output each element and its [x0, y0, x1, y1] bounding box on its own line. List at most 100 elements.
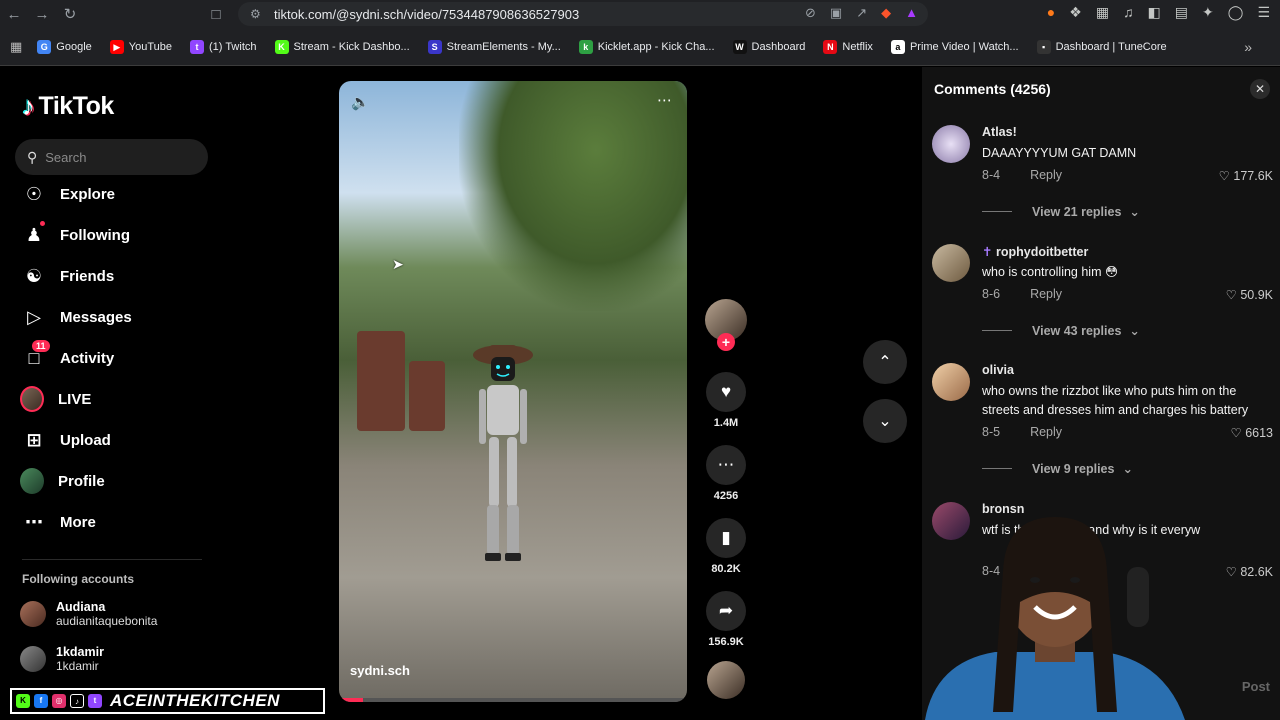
commenter-avatar[interactable] — [932, 125, 970, 163]
nav-profile[interactable]: Profile — [20, 466, 105, 496]
leo-ai-icon[interactable]: ✦ — [1202, 4, 1214, 21]
comment-like-button[interactable]: ♡ 6613 — [1230, 425, 1273, 440]
reload-icon[interactable]: ↻ — [56, 0, 84, 28]
commenter-name[interactable]: Atlas! — [982, 125, 1017, 139]
streamer-tag: ACEINTHEKITCHEN — [110, 691, 280, 710]
nav-live[interactable]: LIVE — [20, 384, 91, 414]
apps-grid-icon[interactable]: ▦ — [10, 39, 22, 55]
comment-button[interactable]: ⋯ 4256 — [704, 445, 748, 502]
bookmark-item[interactable]: ▪ Dashboard | TuneCore — [1028, 39, 1176, 54]
video-scene-planter — [409, 361, 445, 431]
author-avatar-button[interactable]: + — [704, 299, 748, 351]
streamer-webcam-overlay — [925, 517, 1185, 720]
bookmark-favicon-icon: W — [732, 39, 747, 54]
mouse-cursor-icon: ➤ — [392, 256, 404, 272]
extensions-puzzle-icon[interactable]: ❖ — [1069, 4, 1082, 21]
bookmark-item[interactable]: S StreamElements - My... — [419, 39, 570, 54]
view-replies-button[interactable]: View 43 replies ⌄ — [982, 323, 1140, 338]
video-player[interactable]: 🔈 ⋯ sydni.sch — [339, 81, 687, 702]
bookmark-label: StreamElements - My... — [446, 40, 561, 53]
close-comments-icon[interactable]: ✕ — [1250, 79, 1270, 99]
bookmark-label: Dashboard — [751, 40, 806, 53]
upload-plus-icon: ⊞ — [26, 429, 42, 450]
reply-button[interactable]: Reply — [1030, 168, 1062, 182]
mute-site-icon[interactable]: ⊘ — [805, 5, 816, 21]
following-account[interactable]: 1kdamir 1kdamir — [20, 645, 104, 673]
search-input[interactable]: ⚲ Search — [15, 139, 208, 175]
video-options-icon[interactable]: ⋯ — [657, 91, 673, 109]
view-replies-button[interactable]: View 21 replies ⌄ — [982, 204, 1140, 219]
paper-plane-icon: ▷ — [27, 306, 41, 327]
bookmark-item[interactable]: a Prime Video | Watch... — [882, 39, 1028, 54]
chevron-down-icon: ⌄ — [1122, 462, 1133, 476]
previous-video-button[interactable]: ⌃ — [863, 340, 907, 384]
following-account[interactable]: Audiana audianitaquebonita — [20, 600, 157, 628]
heart-outline-icon: ♡ — [1218, 169, 1230, 183]
bookmark-icon[interactable]: □ — [202, 0, 230, 28]
like-button[interactable]: ♥ 1.4M — [704, 372, 748, 429]
video-scene-robot — [473, 345, 533, 561]
view-replies-button[interactable]: View 9 replies ⌄ — [982, 461, 1133, 476]
reply-button[interactable]: Reply — [1030, 425, 1062, 439]
commenter-avatar[interactable] — [932, 363, 970, 401]
bookmark-item[interactable]: K Stream - Kick Dashbo... — [266, 39, 419, 54]
comment-like-button[interactable]: ♡ 177.6K — [1219, 168, 1273, 183]
video-progress-bar[interactable] — [339, 698, 687, 702]
nav-label: Messages — [60, 308, 132, 326]
nav-friends[interactable]: ☯ Friends — [22, 261, 114, 291]
nav-following[interactable]: ♟ Following — [22, 220, 130, 250]
bookmark-item[interactable]: k Kicklet.app - Kick Cha... — [570, 39, 724, 54]
comment-count: 4256 — [713, 490, 739, 502]
extension-icon[interactable]: ● — [1047, 4, 1055, 21]
bookmark-item[interactable]: G Google — [28, 39, 100, 54]
video-author[interactable]: sydni.sch — [350, 663, 410, 678]
site-info-icon[interactable]: ⚙ — [250, 7, 261, 21]
more-bookmarks-icon[interactable]: » — [1244, 39, 1252, 55]
person-follow-icon: ♟ — [22, 221, 46, 247]
comment-like-button[interactable]: ♡ 82.6K — [1226, 564, 1273, 579]
vpn-icon[interactable]: ◯ — [1228, 4, 1244, 21]
post-comment-button[interactable]: Post — [1242, 679, 1270, 694]
bookmark-label: Stream - Kick Dashbo... — [293, 40, 410, 53]
nav-more[interactable]: ⋯ More — [22, 507, 96, 537]
commenter-name[interactable]: ✝ rophydoitbetter — [982, 244, 1088, 259]
bookmark-favicon-icon: S — [427, 39, 442, 54]
tiktok-logo[interactable]: ♪ TikTok — [22, 91, 114, 122]
bookmark-item[interactable]: t (1) Twitch — [181, 39, 265, 54]
next-video-button[interactable]: ⌄ — [863, 399, 907, 443]
menu-icon[interactable]: ☰ — [1257, 4, 1270, 21]
brave-shield-icon[interactable]: ◆ — [881, 5, 891, 21]
twitch-icon: t — [88, 694, 102, 708]
nav-upload[interactable]: ⊞ Upload — [22, 425, 110, 455]
commenter-name[interactable]: olivia — [982, 363, 1014, 377]
follow-plus-icon[interactable]: + — [717, 333, 735, 351]
nav-explore[interactable]: ☉ Explore — [22, 179, 115, 209]
comment-like-button[interactable]: ♡ 50.9K — [1226, 287, 1273, 302]
bookmark-item[interactable]: W Dashboard — [724, 39, 815, 54]
back-icon[interactable]: ← — [0, 0, 28, 28]
nav-messages[interactable]: ▷ Messages — [22, 302, 132, 332]
wallet-icon[interactable]: ▤ — [1175, 4, 1188, 21]
commenter-avatar[interactable] — [932, 244, 970, 282]
sidebar-toggle-icon[interactable]: ◧ — [1148, 4, 1161, 21]
share-icon[interactable]: ↗ — [856, 5, 867, 21]
brave-rewards-icon[interactable]: ▲ — [905, 5, 918, 21]
nav-label: More — [60, 513, 96, 531]
cast-icon[interactable]: ▣ — [830, 5, 842, 21]
music-icon[interactable]: ♫ — [1123, 4, 1134, 21]
kick-icon: K — [16, 694, 30, 708]
forward-icon[interactable]: → — [28, 0, 56, 28]
bookmark-item[interactable]: ▶ YouTube — [101, 39, 181, 54]
save-button[interactable]: ▮ 80.2K — [704, 518, 748, 575]
comment-like-count: 177.6K — [1233, 169, 1273, 183]
bookmark-favicon-icon: N — [823, 39, 838, 54]
reply-button[interactable]: Reply — [1030, 287, 1062, 301]
nav-activity[interactable]: □ 11 Activity — [22, 340, 114, 373]
address-bar[interactable]: ⚙ tiktok.com/@sydni.sch/video/7534487908… — [238, 2, 928, 26]
sound-disc-button[interactable] — [704, 661, 748, 699]
bookmark-item[interactable]: N Netflix — [814, 39, 882, 54]
tab-search-icon[interactable]: ▦ — [1096, 4, 1109, 21]
share-button[interactable]: ➦ 156.9K — [704, 591, 748, 648]
bookmark-favicon-icon: t — [190, 39, 205, 54]
volume-icon[interactable]: 🔈 — [351, 93, 370, 111]
